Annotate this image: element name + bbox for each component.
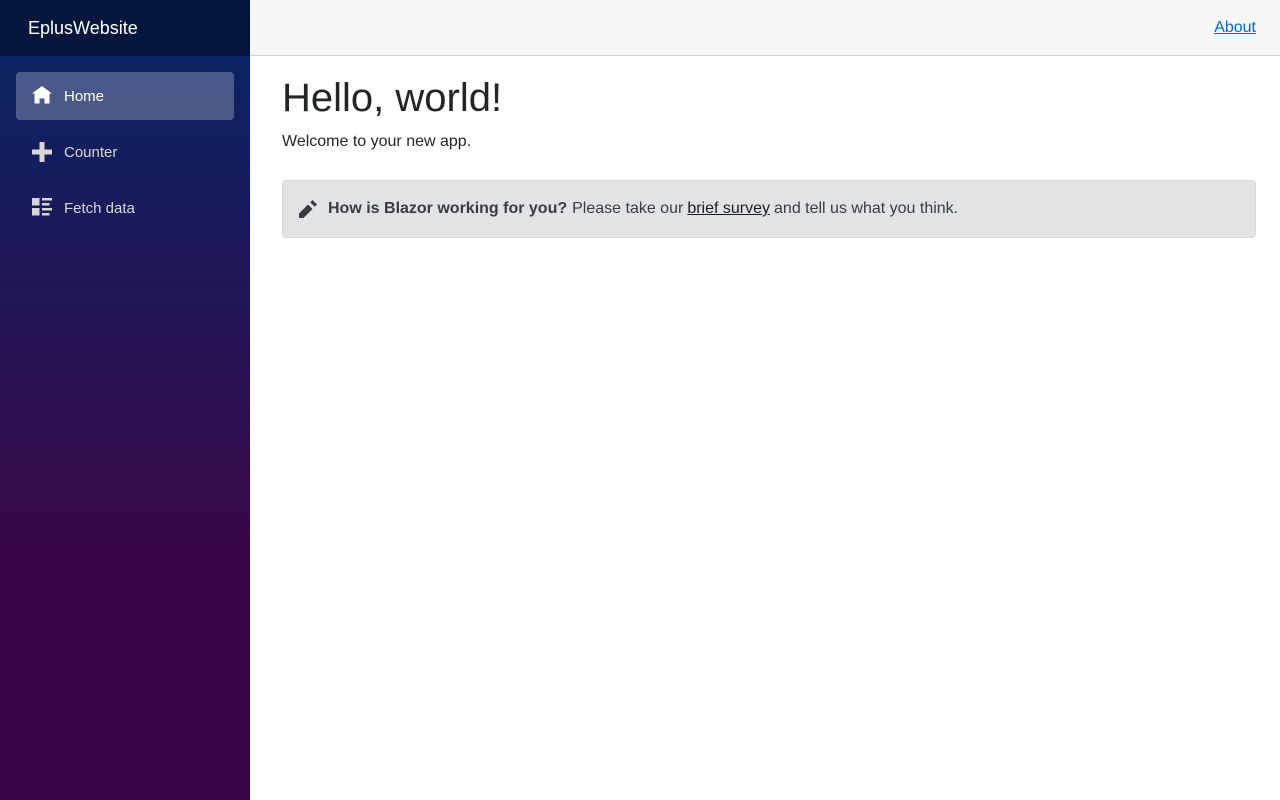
sidebar-nav: Home Counter Fetch data (0, 56, 250, 232)
sidebar-item-fetch-data[interactable]: Fetch data (16, 184, 234, 232)
content: Hello, world! Welcome to your new app. H… (250, 56, 1280, 238)
plus-icon (32, 142, 52, 162)
brand-bar: EplusWebsite (0, 0, 250, 56)
sidebar-item-counter[interactable]: Counter (16, 128, 234, 176)
survey-prefix: Please take our (572, 200, 684, 217)
home-icon (32, 86, 52, 106)
sidebar-item-label: Home (64, 87, 105, 105)
sidebar-item-label: Fetch data (64, 199, 135, 217)
list-rich-icon (32, 198, 52, 218)
survey-question: How is Blazor working for you? (328, 200, 568, 217)
top-row: About (250, 0, 1280, 56)
pencil-icon (299, 200, 317, 218)
survey-suffix: and tell us what you think. (774, 200, 959, 217)
sidebar: EplusWebsite Home Counter Fetch data (0, 0, 250, 800)
about-link[interactable]: About (1214, 19, 1256, 37)
sidebar-item-label: Counter (64, 143, 118, 161)
sidebar-item-home[interactable]: Home (16, 72, 234, 120)
survey-prompt: How is Blazor working for you? Please ta… (282, 180, 1256, 238)
survey-link[interactable]: brief survey (687, 200, 770, 218)
page-title: Hello, world! (282, 76, 503, 120)
main-area: About Hello, world! Welcome to your new … (250, 0, 1280, 800)
page-subtitle: Welcome to your new app. (282, 133, 472, 150)
brand-link[interactable]: EplusWebsite (28, 18, 138, 39)
